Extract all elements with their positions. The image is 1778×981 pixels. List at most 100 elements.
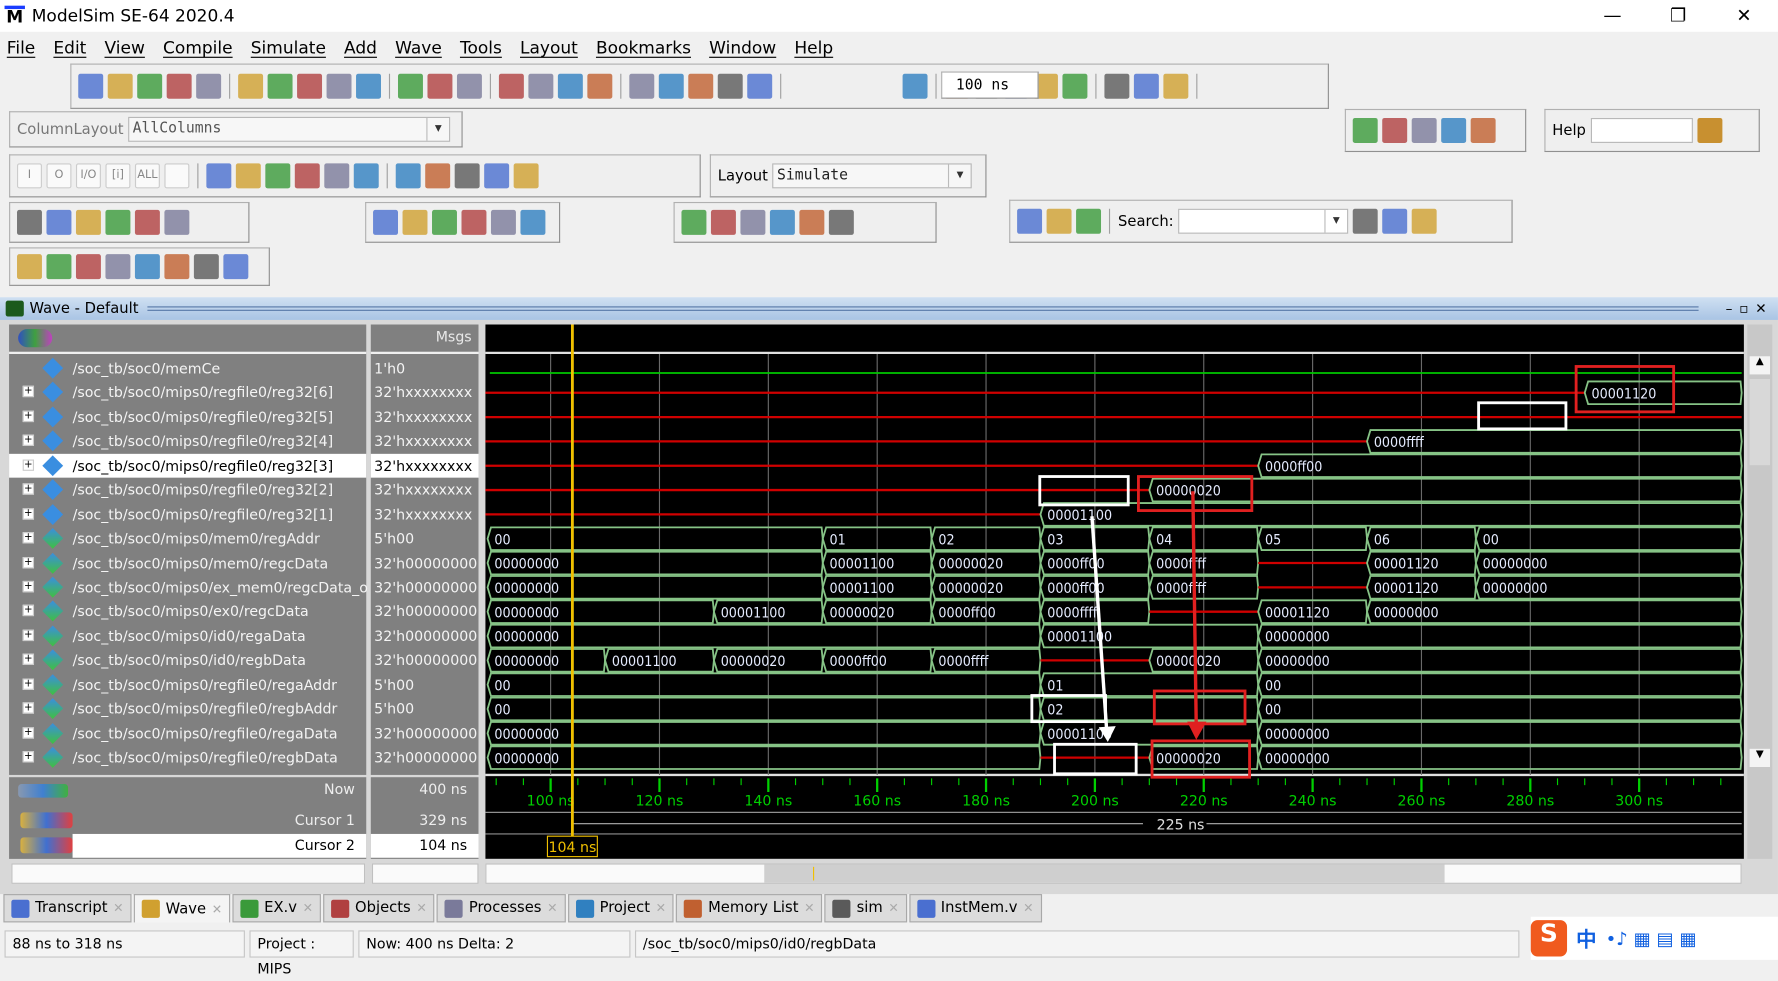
drag-handle[interactable]	[147, 306, 1699, 311]
expand-icon[interactable]: +	[22, 507, 35, 520]
zoom-cursor-icon[interactable]	[461, 209, 487, 235]
chevron-down-icon[interactable]: ▼	[426, 117, 449, 141]
tab-processes[interactable]: Processes ✕	[437, 894, 566, 923]
next-rise-icon[interactable]	[164, 254, 190, 280]
add-cursor-icon[interactable]	[17, 254, 42, 280]
wave-block-icon[interactable]	[740, 209, 766, 235]
expand-icon[interactable]: +	[22, 410, 35, 422]
break-icon[interactable]	[498, 73, 524, 99]
close-tab-icon[interactable]: ✕	[804, 901, 814, 916]
signal-row[interactable]: /soc_tb/soc0/memCe	[9, 356, 366, 380]
prev-transition-icon[interactable]	[75, 254, 101, 280]
menu-bookmarks[interactable]: Bookmarks	[596, 37, 691, 57]
tab-wave[interactable]: Wave ✕	[133, 894, 231, 923]
redo-icon[interactable]	[356, 73, 381, 99]
tab-project[interactable]: Project ✕	[567, 894, 675, 923]
restore-button[interactable]: ❐	[1655, 2, 1700, 29]
edit-mode-icon[interactable]	[105, 209, 131, 235]
close-tab-icon[interactable]: ✕	[416, 901, 426, 916]
expand-icon[interactable]: +	[22, 726, 35, 739]
paste-icon[interactable]	[297, 73, 323, 99]
save-icon[interactable]	[137, 73, 163, 99]
signal-row[interactable]: + /soc_tb/soc0/mips0/mem0/regcData	[9, 551, 366, 575]
chevron-down-icon[interactable]: ▼	[948, 164, 971, 188]
scroll-down-button[interactable]: ▼	[1749, 748, 1771, 767]
menu-layout[interactable]: Layout	[520, 37, 578, 57]
wave-search-input[interactable]: ▼	[1178, 208, 1349, 234]
signal-row[interactable]: + /soc_tb/soc0/mips0/regfile0/reg32[5]	[9, 405, 366, 429]
menu-file[interactable]: File	[7, 37, 35, 57]
add-icon[interactable]	[397, 73, 423, 99]
tab-ex-v[interactable]: EX.v ✕	[232, 894, 322, 923]
expand-icon[interactable]: +	[22, 556, 35, 568]
cursor1-label[interactable]: Cursor 1	[295, 811, 355, 828]
close-tab-icon[interactable]: ✕	[1023, 901, 1033, 916]
vertical-scrollbar[interactable]: ▲ ▼	[1747, 324, 1773, 859]
step-over-icon[interactable]	[235, 163, 261, 189]
signal-group-icon[interactable]	[18, 329, 53, 348]
wave-step-icon[interactable]	[799, 209, 825, 235]
wave-hscroll-thumb[interactable]	[764, 864, 1445, 883]
find-edge-icon[interactable]	[1076, 208, 1102, 234]
signal-row[interactable]: + /soc_tb/soc0/mips0/regfile0/regbData	[9, 745, 366, 769]
expand-icon[interactable]: +	[22, 434, 35, 447]
expand-icon[interactable]: +	[22, 459, 35, 471]
obj-add-icon[interactable]	[395, 163, 421, 189]
expand-icon[interactable]: +	[22, 702, 35, 714]
search-next-icon[interactable]	[1411, 208, 1437, 234]
delete-cursor-icon[interactable]	[46, 254, 72, 280]
pan-mode-icon[interactable]	[75, 209, 101, 235]
ime-language[interactable]: 中	[1576, 924, 1596, 953]
tab-transcript[interactable]: Transcript ✕	[3, 894, 132, 923]
filter-wand-icon[interactable]	[164, 163, 190, 189]
undo-icon[interactable]	[326, 73, 352, 99]
step-out-all-icon[interactable]	[353, 163, 379, 189]
zoom-mode-icon[interactable]	[46, 209, 72, 235]
window-controls[interactable]: –▫✕	[1726, 301, 1774, 317]
signal-row[interactable]: + /soc_tb/soc0/mips0/regfile0/reg32[2]	[9, 478, 366, 502]
close-tab-icon[interactable]: ✕	[547, 901, 557, 916]
signal-row[interactable]: + /soc_tb/soc0/mips0/mem0/regAddr	[9, 527, 366, 551]
new-file-icon[interactable]	[78, 73, 104, 99]
in-filter-icon[interactable]: I	[17, 163, 42, 189]
next-transition-icon[interactable]	[105, 254, 131, 280]
cursor1-lock-icon[interactable]	[20, 812, 73, 829]
help-search-input[interactable]	[1590, 117, 1693, 143]
restart-icon[interactable]	[902, 73, 928, 99]
step-into-all-icon[interactable]	[294, 163, 320, 189]
expand-icon[interactable]: +	[22, 386, 35, 398]
table-icon[interactable]	[1411, 117, 1437, 143]
wave-hscrollbar[interactable]	[485, 863, 1742, 884]
doc-icon[interactable]	[557, 73, 583, 99]
step-over-all-icon[interactable]	[324, 163, 350, 189]
hand-icon[interactable]	[1163, 73, 1189, 99]
tab-objects[interactable]: Objects ✕	[323, 894, 435, 923]
step-out-icon[interactable]	[265, 163, 291, 189]
signal-row[interactable]: + /soc_tb/soc0/mips0/regfile0/reg32[4]	[9, 429, 366, 453]
insert-cursor-icon[interactable]	[681, 209, 707, 235]
signal-row[interactable]: + /soc_tb/soc0/mips0/ex_mem0/regcData_o	[9, 575, 368, 599]
close-tab-icon[interactable]: ✕	[888, 901, 898, 916]
signal-row[interactable]: + /soc_tb/soc0/mips0/id0/regaData	[9, 624, 366, 648]
tab-instmem-v[interactable]: InstMem.v ✕	[909, 894, 1042, 923]
search-go-icon[interactable]	[1352, 208, 1378, 234]
expand-icon[interactable]: +	[22, 653, 35, 666]
menu-help[interactable]: Help	[794, 37, 833, 57]
find-icon[interactable]	[427, 73, 453, 99]
expand-icon[interactable]: +	[22, 580, 35, 593]
obj-go-icon[interactable]	[513, 163, 539, 189]
inout-filter-icon[interactable]: I/O	[75, 163, 101, 189]
open-folder-icon[interactable]	[107, 73, 133, 99]
back-arrow-icon[interactable]	[717, 73, 743, 99]
column-layout-select[interactable]: AllColumns ▼	[128, 116, 451, 142]
download-icon[interactable]	[1352, 117, 1378, 143]
select-mode-icon[interactable]	[17, 209, 42, 235]
expand-icon[interactable]: +	[22, 629, 35, 641]
wave-dense-icon[interactable]	[769, 209, 795, 235]
layout-select[interactable]: Simulate ▼	[772, 163, 972, 189]
close-tab-icon[interactable]: ✕	[212, 901, 222, 916]
zoom-region-icon[interactable]	[520, 209, 546, 235]
expand-icon[interactable]: +	[22, 532, 35, 544]
break-all-icon[interactable]	[528, 73, 554, 99]
close-tab-icon[interactable]: ✕	[113, 901, 123, 916]
